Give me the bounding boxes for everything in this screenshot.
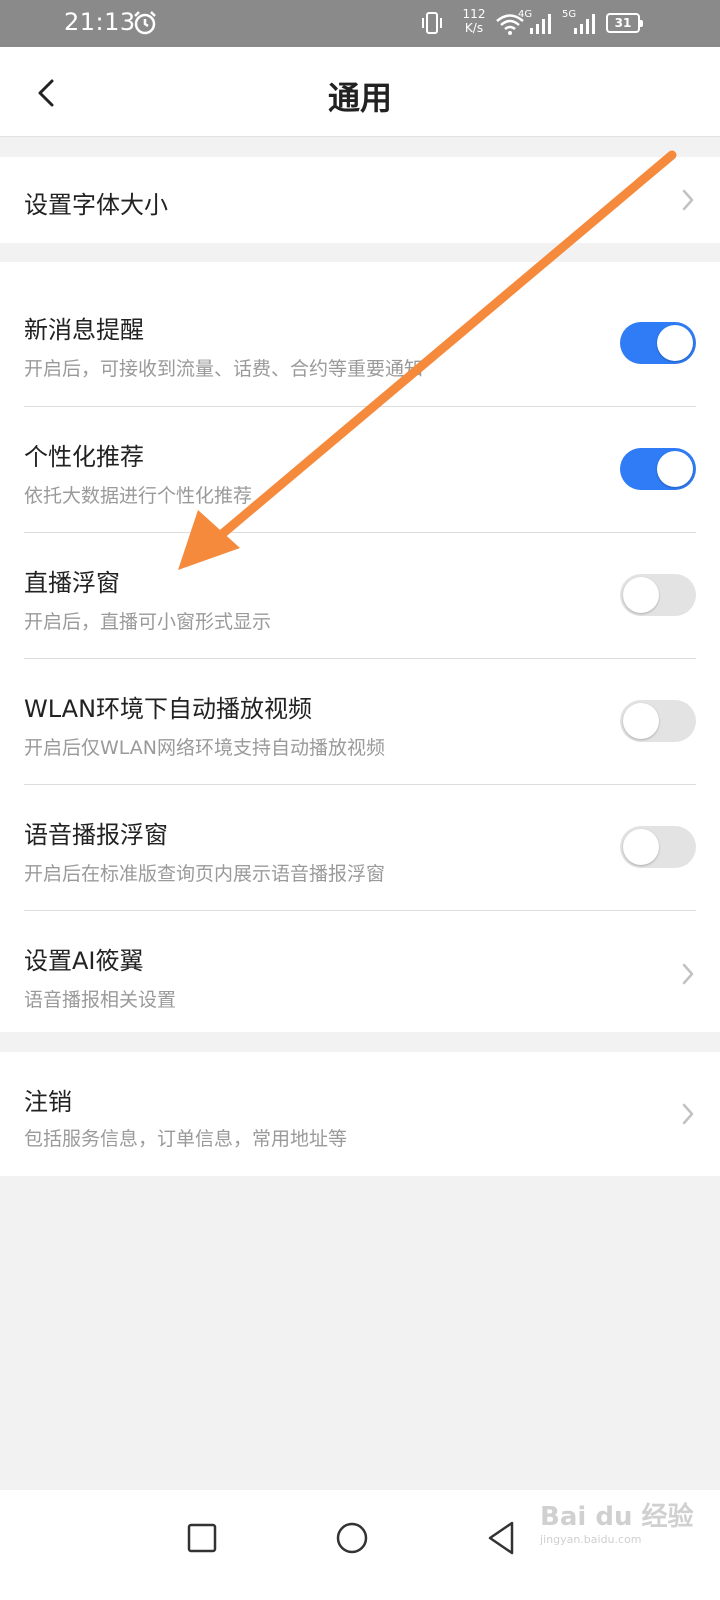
vibrate-icon: [422, 12, 442, 34]
toggle-live-float[interactable]: [620, 574, 696, 616]
alarm-icon: [134, 11, 156, 35]
app-header: 通用: [0, 47, 720, 137]
battery-icon: 31: [606, 13, 643, 33]
font-size-row[interactable]: 设置字体大小: [24, 157, 696, 243]
page-title: 通用: [327, 79, 392, 117]
setting-row-voice-float[interactable]: 语音播报浮窗 开启后在标准版查询页内展示语音播报浮窗: [24, 785, 696, 911]
signal-icon-2: [574, 14, 595, 34]
chevron-right-icon: [682, 963, 694, 985]
back-nav-button[interactable]: [478, 1514, 526, 1562]
status-time: 21:13: [64, 8, 136, 36]
baidu-watermark: Bai du 经验 jingyan.baidu.com: [540, 1496, 710, 1546]
setting-title: 新消息提醒: [24, 316, 144, 344]
setting-row-ai-assistant[interactable]: 设置AI筱翼 语音播报相关设置: [24, 911, 696, 1032]
toggle-wlan-autoplay[interactable]: [620, 700, 696, 742]
toggle-personalized[interactable]: [620, 448, 696, 490]
setting-row-wlan-autoplay[interactable]: WLAN环境下自动播放视频 开启后仅WLAN网络环境支持自动播放视频: [24, 659, 696, 785]
chevron-right-icon: [682, 1103, 694, 1125]
logout-subtitle: 包括服务信息，订单信息，常用地址等: [24, 1128, 348, 1150]
logout-row[interactable]: 注销 包括服务信息，订单信息，常用地址等: [24, 1052, 696, 1176]
setting-subtitle: 语音播报相关设置: [24, 989, 177, 1011]
settings-card: 新消息提醒 开启后，可接收到流量、话费、合约等重要通知 个性化推荐 依托大数据进…: [0, 262, 720, 1032]
watermark-sub: jingyan.baidu.com: [540, 1533, 642, 1546]
chevron-right-icon: [682, 189, 694, 211]
logout-card: 注销 包括服务信息，订单信息，常用地址等: [0, 1052, 720, 1176]
setting-row-new-message[interactable]: 新消息提醒 开启后，可接收到流量、话费、合约等重要通知: [24, 262, 696, 407]
toggle-knob: [623, 703, 659, 739]
logout-title: 注销: [24, 1088, 72, 1116]
setting-subtitle: 开启后仅WLAN网络环境支持自动播放视频: [24, 737, 386, 759]
toggle-knob: [623, 577, 659, 613]
toggle-new-message[interactable]: [620, 322, 696, 364]
toggle-voice-float[interactable]: [620, 826, 696, 868]
status-bar: 21:13 112 K/s 4G 5G 31: [0, 0, 720, 47]
setting-title: 语音播报浮窗: [24, 821, 168, 849]
setting-row-personalized[interactable]: 个性化推荐 依托大数据进行个性化推荐: [24, 407, 696, 533]
font-size-card: 设置字体大小: [0, 157, 720, 243]
toggle-knob: [657, 451, 693, 487]
setting-title: 直播浮窗: [24, 569, 120, 597]
toggle-knob: [623, 829, 659, 865]
signal-icon-1: [530, 14, 551, 34]
setting-subtitle: 依托大数据进行个性化推荐: [24, 485, 253, 507]
speed-value: 112: [462, 7, 486, 21]
recent-apps-button[interactable]: [178, 1514, 226, 1562]
setting-subtitle: 开启后，直播可小窗形式显示: [24, 611, 272, 633]
font-size-title: 设置字体大小: [24, 191, 168, 219]
home-button[interactable]: [328, 1514, 376, 1562]
setting-subtitle: 开启后在标准版查询页内展示语音播报浮窗: [24, 863, 386, 885]
toggle-knob: [657, 325, 693, 361]
setting-row-live-float[interactable]: 直播浮窗 开启后，直播可小窗形式显示: [24, 533, 696, 659]
network-speed: 112 K/s: [458, 7, 490, 35]
setting-title: 设置AI筱翼: [24, 947, 144, 975]
watermark-text: Bai du 经验: [540, 1502, 694, 1532]
setting-subtitle: 开启后，可接收到流量、话费、合约等重要通知: [24, 358, 424, 380]
setting-title: WLAN环境下自动播放视频: [24, 695, 313, 723]
setting-title: 个性化推荐: [24, 443, 144, 471]
speed-unit: K/s: [464, 21, 484, 35]
battery-level: 31: [614, 16, 632, 30]
